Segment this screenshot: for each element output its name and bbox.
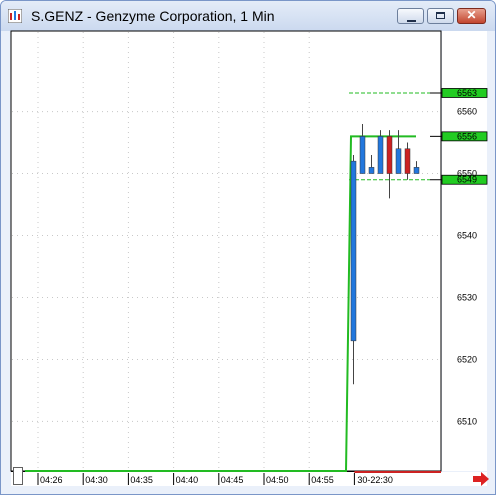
time-tick-label: 04:35 [130,475,153,485]
candle-up [395,148,402,174]
candle-down [404,148,411,174]
time-tick-label: 04:50 [266,475,289,485]
time-tick-label: 04:26 [40,475,63,485]
plot-background [10,30,442,472]
candle-up [377,136,384,174]
price-tick-label: 6510 [457,416,477,426]
time-axis-panel [11,472,487,486]
chart-window: S.GENZ - Genzyme Corporation, 1 Min ✕ 65… [0,0,496,495]
time-tick-label: 04:45 [221,475,244,485]
time-tick-label: 04:40 [176,475,199,485]
price-tick-label: 6530 [457,292,477,302]
candle-up [359,136,366,174]
time-tick-label: 04:55 [311,475,334,485]
price-tick-label: 6540 [457,231,477,241]
candle-up [413,167,420,174]
candle-up [368,167,375,174]
chart-area[interactable]: 656365566549 65606550654065306520651004:… [1,1,495,494]
candle-down [386,136,393,174]
candle-up [350,160,357,342]
scroll-right-arrow-icon[interactable] [473,472,489,486]
price-tag-label: 6556 [457,131,477,141]
price-tick-label: 6560 [457,107,477,117]
price-tick-label: 6550 [457,169,477,179]
session-time-label: 30-22:30 [357,475,393,485]
session-bar [354,471,441,473]
price-tick-label: 6520 [457,354,477,364]
price-tag-label: 6563 [457,88,477,98]
scroll-left-handle[interactable] [13,467,23,485]
time-tick-label: 04:30 [85,475,108,485]
